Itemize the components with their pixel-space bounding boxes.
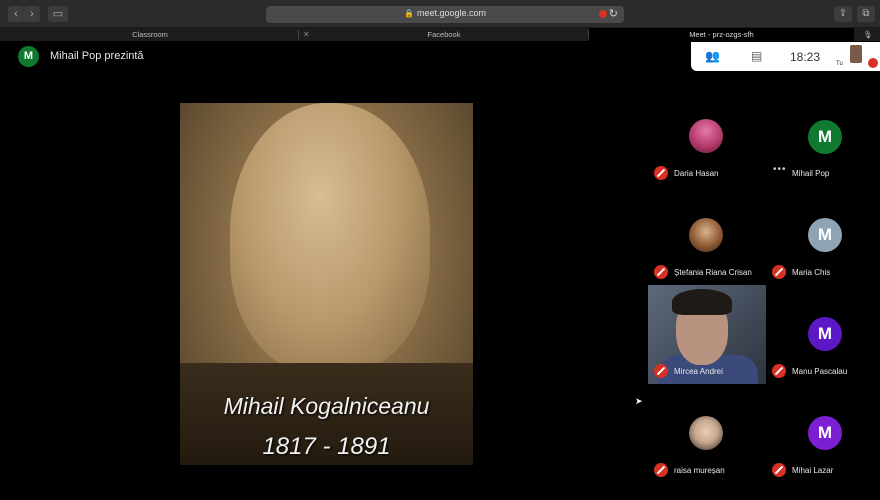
participant-name: Manu Pascalau [792, 367, 848, 376]
url-text: meet.google.com [416, 8, 486, 18]
mic-off-icon [772, 265, 786, 279]
forward-button[interactable]: › [24, 6, 40, 22]
participant-name: Mihai Lazar [792, 466, 834, 475]
participant-name: Mihail Pop [792, 169, 830, 178]
mic-off-icon [772, 364, 786, 378]
participant-avatar-photo[interactable] [689, 119, 723, 153]
mouse-cursor-icon: ➤ [635, 396, 643, 406]
sidebar-toggle-icon[interactable]: ▭ [48, 6, 68, 22]
notification-badge [868, 58, 878, 68]
participant-avatar-initial[interactable]: M [808, 416, 842, 450]
portrait-years-caption: 1817 - 1891 [262, 433, 391, 460]
mic-off-icon [654, 364, 668, 378]
participant-name: Ștefania Riana Crisan [674, 268, 752, 277]
reload-icon[interactable]: ↻ [609, 7, 618, 20]
participant-name: Mircea Andrei [674, 367, 723, 376]
presenter-avatar: M [18, 46, 39, 67]
tab-divider [298, 30, 299, 39]
participant-name: raisa mureșan [674, 466, 725, 475]
participant-name: Maria Chis [792, 268, 831, 277]
portrait-face [230, 103, 430, 373]
browser-toolbar: ‹ › ▭ 🔒 meet.google.com ↻ ⇪ ⧉ [0, 0, 880, 28]
chat-icon[interactable]: ▤ [751, 49, 762, 63]
participant-avatar-initial[interactable]: M [808, 218, 842, 252]
mic-off-icon [772, 463, 786, 477]
participant-avatar-photo[interactable] [689, 218, 723, 252]
self-label: Tu [836, 61, 843, 67]
tab-bar: Classroom ✕ Facebook Meet - prz-ozgs-sfh… [0, 28, 880, 41]
recording-indicator-icon [599, 10, 607, 18]
lock-icon: 🔒 [403, 9, 414, 18]
tabs-overview-icon[interactable]: ⧉ [857, 6, 875, 22]
speaking-indicator-icon: ••• [773, 164, 787, 175]
participant-name: Daria Hasan [674, 169, 719, 178]
mic-tab-icon[interactable]: 🎙 [856, 28, 880, 41]
tab-facebook[interactable]: Facebook [300, 28, 588, 41]
tab-classroom[interactable]: Classroom [0, 28, 300, 41]
self-thumbnail[interactable] [850, 45, 862, 63]
shared-screen: Mihail Kogalniceanu 1817 - 1891 [180, 103, 473, 465]
participant-avatar-photo[interactable] [689, 416, 723, 450]
share-icon[interactable]: ⇪ [834, 6, 852, 22]
participant-avatar-initial[interactable]: M [808, 317, 842, 351]
mic-off-icon [654, 463, 668, 477]
tab-meet[interactable]: Meet - prz-ozgs-sfh [589, 28, 854, 41]
presenter-label: Mihail Pop prezintă [50, 50, 144, 62]
mic-off-icon [654, 166, 668, 180]
participant-avatar-initial[interactable]: M [808, 120, 842, 154]
meeting-clock: 18:23 [790, 50, 821, 64]
people-icon[interactable]: 👥 [705, 49, 720, 63]
video-figure-hair [672, 289, 732, 315]
portrait-name-caption: Mihail Kogalniceanu [223, 393, 430, 419]
mic-off-icon [654, 265, 668, 279]
address-bar[interactable]: 🔒 meet.google.com ↻ [266, 6, 624, 23]
back-button[interactable]: ‹ [8, 6, 24, 22]
